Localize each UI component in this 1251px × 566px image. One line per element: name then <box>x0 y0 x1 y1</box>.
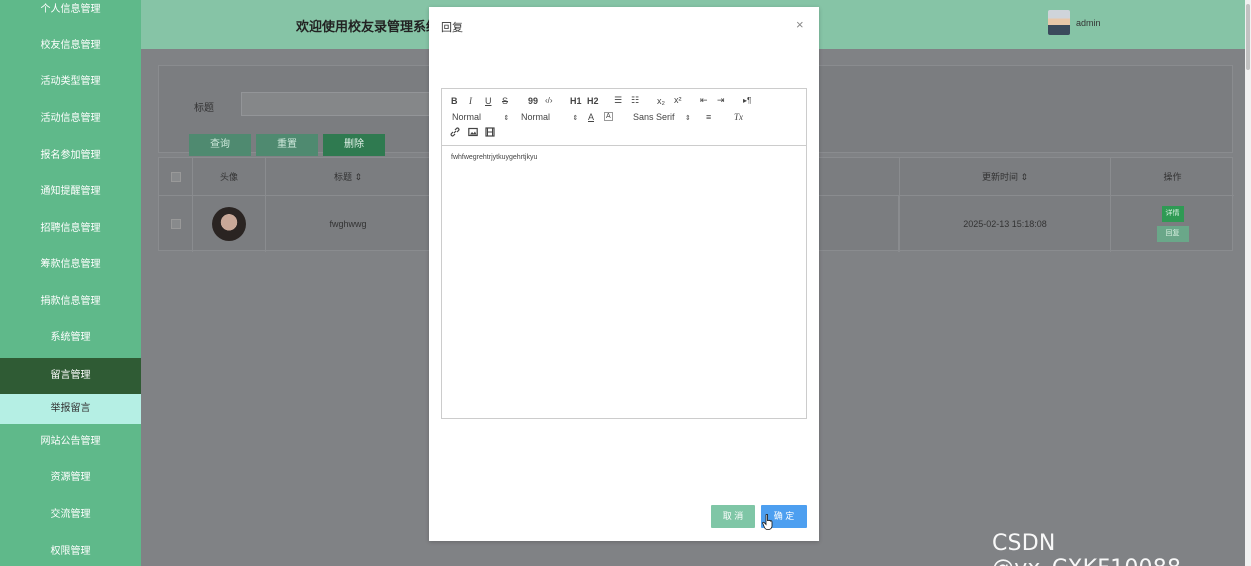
underline-icon[interactable]: U <box>485 96 492 106</box>
font-select[interactable]: Sans Serif ⇕ <box>633 112 691 122</box>
row-select <box>159 196 193 252</box>
ordered-list-icon[interactable]: ☰ <box>614 95 622 106</box>
video-icon[interactable] <box>485 127 495 139</box>
cancel-button[interactable]: 取 消 <box>711 505 755 528</box>
blockquote-icon[interactable]: 99 <box>528 96 538 106</box>
close-icon[interactable]: × <box>796 17 804 32</box>
sidebar-item-personal-info[interactable]: 个人信息管理 <box>0 0 141 28</box>
sidebar-item-registration[interactable]: 报名参加管理 <box>0 138 141 174</box>
csdn-watermark: CSDN @vx_CXKF10088 <box>992 531 1181 566</box>
header-updated-time[interactable]: 更新时间 ⇕ <box>899 158 1111 195</box>
header-2-icon[interactable]: H2 <box>587 96 599 106</box>
delete-button[interactable]: 删除 <box>323 134 385 156</box>
bullet-list-icon[interactable]: ☷ <box>631 95 639 106</box>
query-button[interactable]: 查询 <box>189 134 251 156</box>
search-title-input[interactable] <box>241 92 441 116</box>
background-color-icon[interactable]: A <box>604 112 613 121</box>
sidebar-item-reported-messages[interactable]: 举报留言 <box>0 394 141 424</box>
subscript-icon[interactable]: x₂ <box>657 96 665 106</box>
sidebar-item-permissions[interactable]: 权限管理 <box>0 534 141 566</box>
page-title: 欢迎使用校友录管理系统 <box>296 19 440 34</box>
hand-cursor-icon <box>762 514 773 530</box>
user-name[interactable]: admin <box>1076 18 1101 28</box>
sidebar-item-activity-type[interactable]: 活动类型管理 <box>0 64 141 100</box>
row-avatar <box>212 207 246 241</box>
clean-format-icon[interactable]: Tx <box>734 112 743 122</box>
sidebar-item-resources[interactable]: 资源管理 <box>0 460 141 496</box>
bold-icon[interactable]: B <box>451 96 458 106</box>
row-actions: 详情 回复 <box>1111 196 1234 252</box>
detail-button[interactable]: 详情 <box>1161 206 1184 222</box>
header-select-all <box>159 158 193 195</box>
row-avatar-cell <box>193 196 266 252</box>
reply-button[interactable]: 回复 <box>1156 226 1189 242</box>
reset-button[interactable]: 重置 <box>256 134 318 156</box>
sidebar: 个人信息管理 校友信息管理 活动类型管理 活动信息管理 报名参加管理 通知提醒管… <box>0 0 141 566</box>
font-color-icon[interactable]: A <box>588 112 594 122</box>
editor-toolbar: B I U S 99 ‹/› H1 H2 ☰ ☷ x₂ x² ⇤ ⇥ ▸¶ No… <box>442 89 806 146</box>
image-icon[interactable] <box>468 127 478 139</box>
page-scrollbar[interactable] <box>1245 0 1251 566</box>
code-block-icon[interactable]: ‹/› <box>545 96 553 105</box>
select-all-checkbox[interactable] <box>170 171 181 182</box>
header-avatar: 头像 <box>193 158 266 195</box>
outdent-icon[interactable]: ⇤ <box>700 95 708 106</box>
sidebar-item-notifications[interactable]: 通知提醒管理 <box>0 174 141 210</box>
align-icon[interactable]: ≡ <box>706 112 711 122</box>
indent-icon[interactable]: ⇥ <box>717 95 725 106</box>
sidebar-item-exchange[interactable]: 交流管理 <box>0 497 141 533</box>
row-checkbox[interactable] <box>170 219 181 229</box>
header-select[interactable]: Normal ⇕ <box>521 112 578 122</box>
rich-text-editor: B I U S 99 ‹/› H1 H2 ☰ ☷ x₂ x² ⇤ ⇥ ▸¶ No… <box>441 88 807 419</box>
header-title[interactable]: 标题 ⇕ <box>266 158 431 195</box>
scrollbar-thumb[interactable] <box>1246 4 1250 70</box>
header-actions: 操作 <box>1163 172 1182 182</box>
sidebar-item-messages[interactable]: 留言管理 <box>0 358 141 394</box>
reply-dialog: 回复 × B I U S 99 ‹/› H1 H2 ☰ ☷ x₂ x² ⇤ ⇥ … <box>429 7 819 541</box>
editor-content[interactable]: fwhfwegrehtrjytkuygehrtjkyu <box>451 154 537 161</box>
sidebar-item-recruitment[interactable]: 招聘信息管理 <box>0 211 141 247</box>
sidebar-item-activity-info[interactable]: 活动信息管理 <box>0 101 141 137</box>
search-title-label: 标题 <box>194 103 214 114</box>
user-avatar[interactable] <box>1048 10 1070 35</box>
italic-icon[interactable]: I <box>469 96 472 106</box>
row-title: fwghwwg <box>266 196 431 252</box>
dialog-title: 回复 <box>441 22 463 34</box>
text-direction-icon[interactable]: ▸¶ <box>743 96 751 105</box>
sidebar-item-system[interactable]: 系统管理 <box>0 320 141 356</box>
sidebar-item-fundraising[interactable]: 筹款信息管理 <box>0 247 141 283</box>
row-updated-time: 2025-02-13 15:18:08 <box>899 196 1111 252</box>
link-icon[interactable] <box>450 127 460 139</box>
sidebar-item-announcements[interactable]: 网站公告管理 <box>0 424 141 460</box>
superscript-icon[interactable]: x² <box>674 95 682 105</box>
header-1-icon[interactable]: H1 <box>570 96 582 106</box>
sidebar-item-donations[interactable]: 捐款信息管理 <box>0 284 141 320</box>
sidebar-item-alumni-info[interactable]: 校友信息管理 <box>0 28 141 64</box>
size-select[interactable]: Normal ⇕ <box>452 112 509 122</box>
strikethrough-icon[interactable]: S <box>502 96 508 106</box>
